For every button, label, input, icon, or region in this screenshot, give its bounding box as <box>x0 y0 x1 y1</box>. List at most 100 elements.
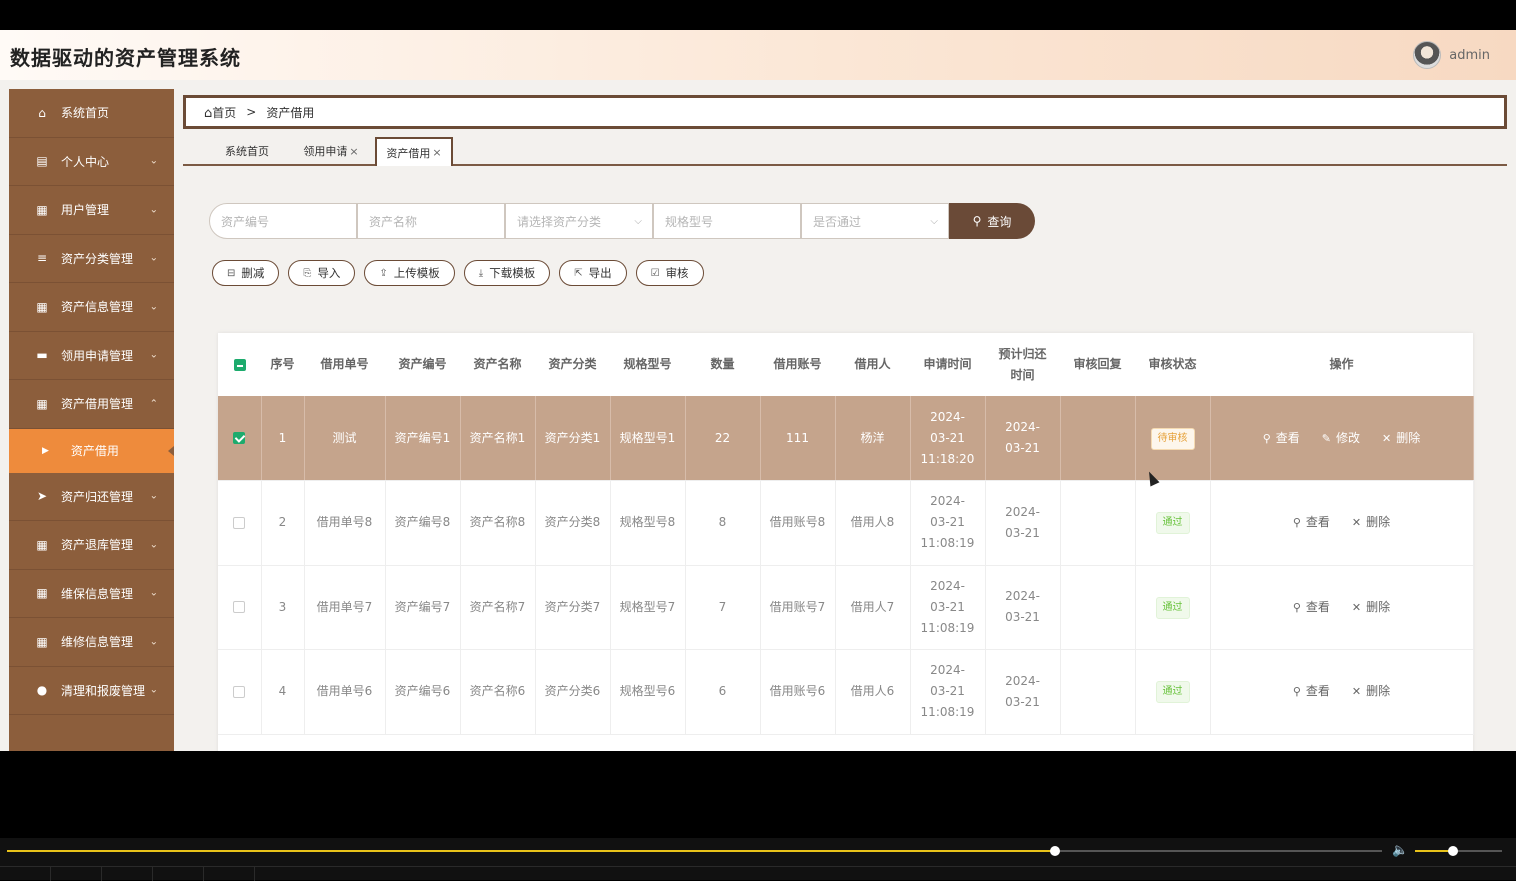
asset-no-input[interactable]: 资产编号 <box>209 203 357 239</box>
cell-order-no: 借用单号8 <box>304 480 386 566</box>
cell-status: 通过 <box>1135 649 1211 735</box>
audit-button[interactable]: ☑ 审核 <box>635 260 704 286</box>
avatar[interactable] <box>1413 41 1442 69</box>
sidebar-item-label: 个人中心 <box>61 154 110 169</box>
volume-track[interactable] <box>1415 846 1502 856</box>
import-icon: ⎘ <box>303 267 312 279</box>
table-row[interactable]: 3 借用单号7 资产编号7 资产名称7 资产分类7 规格型号7 7 借用账号7 借用人7 2024… <box>218 565 1474 650</box>
sidebar-item[interactable]: ≡ 资产分类管理 ⌄ <box>9 235 174 283</box>
sidebar-item-label: 领用申请管理 <box>61 348 134 363</box>
close-icon[interactable]: × <box>349 145 358 158</box>
close-icon[interactable]: × <box>432 146 441 159</box>
export-button[interactable]: ⇱ 导出 <box>559 260 627 286</box>
sidebar-item-label: 资产归还管理 <box>61 489 134 504</box>
category-select[interactable]: 请选择资产分类 ⌵ <box>505 203 653 239</box>
delete-button[interactable]: ⊟ 删减 <box>212 260 280 286</box>
sidebar-item[interactable]: ▦ 资产退库管理 ⌄ <box>9 521 174 570</box>
cell-spec: 规格型号8 <box>610 480 686 566</box>
sidebar-item[interactable]: ▦ 维修信息管理 ⌄ <box>9 618 174 667</box>
download-template-button[interactable]: ⤓ 下载模板 <box>463 260 551 286</box>
row-checkbox[interactable] <box>233 685 246 698</box>
delete-row-button[interactable]: ✕ 删除 <box>1352 597 1390 618</box>
chevron-icon: ⌄ <box>149 349 158 361</box>
sidebar-sub-item-asset-borrow[interactable]: ▶ 资产借用 <box>9 428 174 473</box>
search-icon: ⚲ <box>1292 516 1301 530</box>
main-content: ⌂首页 > 资产借用 系统首页 领用申请 × 资产借用 × 资产编号 资产名称 请选… <box>174 89 1516 751</box>
video-player-bar: 🔈 <box>0 838 1516 881</box>
sidebar-item[interactable]: ▤ 个人中心 ⌄ <box>9 138 174 186</box>
cell-asset-name: 资产名称1 <box>460 396 536 481</box>
cell-borrower: 借用人6 <box>835 649 911 735</box>
query-button[interactable]: ⚲ 查询 <box>949 203 1035 239</box>
sidebar-item-label: 资产借用 <box>70 444 119 458</box>
download-icon: ⤓ <box>478 267 484 279</box>
sidebar-item-label: 清理和报废管理 <box>61 683 146 698</box>
row-checkbox[interactable] <box>233 432 246 444</box>
sidebar-item[interactable]: ▦ 资产信息管理 ⌄ <box>9 283 174 332</box>
cell-return-time: 2024-03-21 <box>985 565 1061 650</box>
table-row[interactable]: 4 借用单号6 资产编号6 资产名称6 资产分类6 规格型号6 6 借用账号6 借用人6 2024… <box>218 649 1474 735</box>
column-header: 借用账号 <box>760 333 835 396</box>
tab-asset-borrow[interactable]: 资产借用 × <box>375 137 453 166</box>
edit-icon: ✎ <box>1321 431 1332 445</box>
table-row[interactable]: 2 借用单号8 资产编号8 资产名称8 资产分类8 规格型号8 8 借用账号8 借用人8 2024… <box>218 480 1474 566</box>
sidebar-item[interactable]: ● 清理和报废管理 ⌄ <box>9 667 174 715</box>
asset-name-input[interactable]: 资产名称 <box>357 203 505 239</box>
cell-account: 借用账号8 <box>760 480 836 566</box>
chevron-icon: ⌄ <box>149 587 158 599</box>
user-menu[interactable]: admin <box>1413 40 1490 70</box>
search-icon: ⚲ <box>1292 600 1301 614</box>
progress-handle[interactable] <box>1049 846 1060 856</box>
progress-track[interactable] <box>7 846 1382 856</box>
sidebar-item-label: 维修信息管理 <box>61 635 134 650</box>
delete-row-button[interactable]: ✕ 删除 <box>1352 681 1390 702</box>
cell-account: 借用账号7 <box>760 565 836 650</box>
cell-account: 111 <box>760 396 836 481</box>
view-button[interactable]: ⚲ 查看 <box>1293 512 1330 533</box>
view-button[interactable]: ⚲ 查看 <box>1293 681 1330 702</box>
sidebar-item[interactable]: ▦ 用户管理 ⌄ <box>9 186 174 235</box>
edit-button[interactable]: ✎ 修改 <box>1322 428 1360 449</box>
sidebar-item[interactable]: ➤ 资产归还管理 ⌄ <box>9 473 174 521</box>
sidebar-item[interactable]: ▬ 领用申请管理 ⌄ <box>9 332 174 380</box>
row-checkbox[interactable] <box>233 601 246 614</box>
user-name: admin <box>1449 47 1490 63</box>
sidebar-item[interactable]: ▦ 维保信息管理 ⌄ <box>9 570 174 618</box>
cell-category: 资产分类6 <box>535 649 611 735</box>
view-button[interactable]: ⚲ 查看 <box>1263 428 1300 449</box>
view-button[interactable]: ⚲ 查看 <box>1293 597 1330 618</box>
data-table: 序号 借用单号 资产编号 资产名称 资产分类 规格型号 数量 借用账号 借用人 申请时间 预计归还时… <box>218 333 1474 751</box>
upload-icon: ⇪ <box>379 267 388 279</box>
checkbox-cell <box>218 649 262 735</box>
sidebar-item-label: 资产借用管理 <box>61 397 134 412</box>
spec-input[interactable]: 规格型号 <box>653 203 801 239</box>
tab-home[interactable]: 系统首页 <box>217 137 277 165</box>
tab-requisition[interactable]: 领用申请 × <box>301 137 361 165</box>
cell-return-time: 2024-03-21 <box>985 480 1061 566</box>
sidebar-item-label: 资产信息管理 <box>61 300 134 315</box>
breadcrumb-home[interactable]: ⌂首页 <box>204 104 236 121</box>
cell-idx: 3 <box>261 565 305 650</box>
select-all-checkbox[interactable] <box>233 358 246 371</box>
volume-handle[interactable] <box>1448 846 1459 856</box>
table-row[interactable]: 1 测试 资产编号1 资产名称1 资产分类1 规格型号1 22 111 杨洋 2024-03-21… <box>218 396 1474 481</box>
home-icon: ⌂ <box>38 105 46 120</box>
app-window: 数据驱动的资产管理系统 admin ⌂ 系统首页 ▤ 个人中心 ⌄ ▦ 用户管理 ⌄ ≡ 资产分类… <box>0 30 1516 751</box>
breadcrumb-separator: > <box>246 105 257 119</box>
upload-template-button[interactable]: ⇪ 上传模板 <box>364 260 455 286</box>
delete-row-button[interactable]: ✕ 删除 <box>1352 512 1390 533</box>
passed-select[interactable]: 是否通过 ⌵ <box>801 203 949 239</box>
grid-icon: ▦ <box>36 586 48 601</box>
grid-icon: ▦ <box>36 634 48 649</box>
volume-icon[interactable]: 🔈 <box>1392 843 1408 858</box>
sidebar-item[interactable]: ⌂ 系统首页 <box>9 89 174 138</box>
import-button[interactable]: ⎘ 导入 <box>288 260 356 286</box>
cell-account: 借用账号6 <box>760 649 836 735</box>
row-checkbox[interactable] <box>233 516 246 529</box>
column-header: 数量 <box>685 333 760 396</box>
cell-operations: ⚲ 查看 ✕ 删除 <box>1210 565 1474 650</box>
chevron-down-icon: ⌵ <box>634 215 642 227</box>
sidebar-item[interactable]: ▦ 资产借用管理 ⌃ <box>9 380 174 429</box>
delete-row-button[interactable]: ✕ 删除 <box>1382 428 1420 449</box>
chevron-down-icon: ⌵ <box>930 215 938 227</box>
